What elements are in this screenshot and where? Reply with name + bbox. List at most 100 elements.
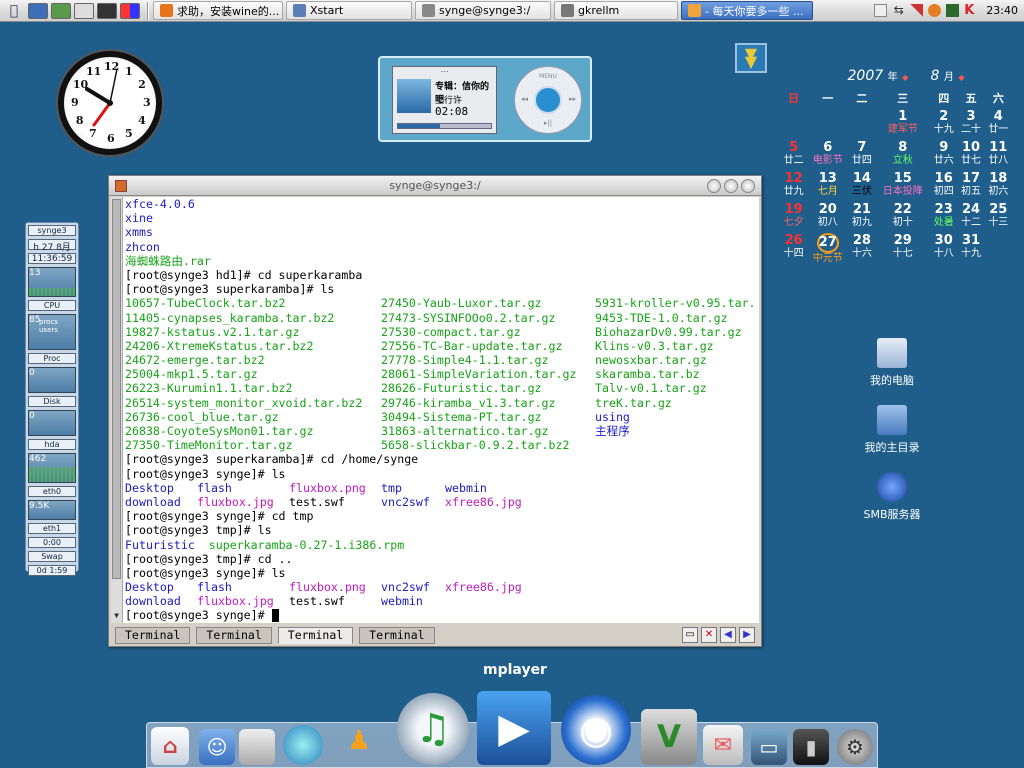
calendar-day[interactable]: 28 十六: [848, 232, 875, 265]
quicktime-icon[interactable]: ◉: [561, 695, 631, 765]
terminal-scrollbar[interactable]: ▲ ▼: [111, 197, 123, 623]
calendar-day[interactable]: 16 初四: [930, 170, 957, 201]
scroll-down-icon[interactable]: ▼: [111, 609, 122, 623]
tray-x-icon[interactable]: [910, 4, 924, 17]
desktop-icon-2[interactable]: 我的主目录: [847, 405, 937, 455]
task-player-button[interactable]: - 每天你要多一些 ...: [681, 1, 813, 20]
maximize-button[interactable]: [724, 179, 738, 193]
itunes-icon[interactable]: ♫: [397, 693, 469, 765]
tray-flame-icon[interactable]: [928, 4, 942, 17]
play-pause-icon[interactable]: ▸||: [515, 119, 581, 127]
terminal-tab-2[interactable]: Terminal: [196, 626, 272, 644]
finder-icon[interactable]: ☺: [199, 729, 235, 765]
calendar-day[interactable]: 7 廿四: [848, 139, 875, 170]
collapse-chevron-icon[interactable]: ▼ ▼: [735, 43, 767, 73]
file-entry: 24672-emerge.tar.bz2: [125, 353, 265, 368]
calendar-day[interactable]: 14 三伏: [848, 170, 875, 201]
calendar-day[interactable]: 13 七月: [807, 170, 848, 201]
calendar-day[interactable]: 9 廿六: [930, 139, 957, 170]
minimize-button[interactable]: [707, 179, 721, 193]
terminal-window-icon[interactable]: [115, 180, 127, 192]
browser-launcher-icon[interactable]: [28, 2, 48, 19]
desktop-icon[interactable]: ▭: [751, 729, 787, 765]
prev-tab-icon[interactable]: ◀: [720, 627, 736, 643]
calendar-day[interactable]: 26 十四: [780, 232, 807, 265]
book-launcher-icon[interactable]: [51, 2, 71, 19]
task-terminal-button[interactable]: synge@synge3:/: [415, 1, 551, 20]
calendar-day[interactable]: 19 七夕: [780, 201, 807, 232]
apple-menu-icon[interactable]: : [0, 2, 28, 20]
calendar-day[interactable]: 11 廿八: [985, 139, 1012, 170]
computer-icon: [877, 338, 907, 368]
scrollbar-thumb[interactable]: [112, 199, 121, 579]
prev-icon[interactable]: ◂◂: [521, 95, 528, 103]
calendar-day[interactable]: 23 处暑: [930, 201, 957, 232]
calendar-day[interactable]: 30 十八: [930, 232, 957, 265]
files-launcher-icon[interactable]: [74, 2, 94, 19]
aim-runner-icon[interactable]: ♟: [335, 717, 383, 765]
calendar-day[interactable]: 29 十七: [876, 232, 931, 265]
calendar-day[interactable]: 24 十二: [957, 201, 984, 232]
apple-settings-icon[interactable]: [239, 729, 275, 765]
clock-center: [107, 100, 113, 106]
calendar-day[interactable]: 6 电影节: [807, 139, 848, 170]
player-center-button[interactable]: [534, 86, 562, 114]
tray-k-icon[interactable]: K: [964, 4, 977, 17]
calendar-day[interactable]: 5 廿二: [780, 139, 807, 170]
calendar-day[interactable]: 27 中元节: [807, 232, 848, 265]
desktop-icon-3[interactable]: SMB服务器: [847, 472, 937, 522]
player-progress[interactable]: [397, 123, 492, 129]
calendar-day[interactable]: 12 廿九: [780, 170, 807, 201]
clapper-icon[interactable]: ▶: [477, 691, 551, 765]
close-button[interactable]: [741, 179, 755, 193]
calendar-day[interactable]: 21 初九: [848, 201, 875, 232]
pager-icon[interactable]: [120, 2, 140, 19]
new-tab-icon[interactable]: ▭: [682, 627, 698, 643]
player-click-wheel[interactable]: MENU ◂◂ ▸▸ ▸||: [514, 66, 582, 134]
next-tab-icon[interactable]: ▶: [739, 627, 755, 643]
gear-icon[interactable]: ⚙: [837, 729, 873, 765]
network-arrows-icon[interactable]: ⇆: [892, 4, 905, 17]
calendar-day[interactable]: 10 廿七: [957, 139, 984, 170]
task-gkrellm-button[interactable]: gkrellm: [554, 1, 678, 20]
desktop-icon-1[interactable]: 我的电脑: [847, 338, 937, 388]
tray-window-icon[interactable]: [874, 4, 888, 17]
task-xstart-button[interactable]: Xstart: [286, 1, 412, 20]
tray-chart-icon[interactable]: [946, 4, 960, 17]
calendar-day[interactable]: 22 初十: [876, 201, 931, 232]
day-lunar-label: 廿一: [988, 124, 1009, 135]
next-icon[interactable]: ▸▸: [569, 95, 576, 103]
calendar-day[interactable]: 4 廿一: [985, 108, 1012, 139]
file-entry: 30494-Sistema-PT.tar.gz: [381, 409, 542, 424]
year-spinner-icon[interactable]: ◆: [902, 73, 908, 82]
month-spinner-icon[interactable]: ◆: [958, 73, 964, 82]
calendar-day[interactable]: 2 十九: [930, 108, 957, 139]
terminal-launcher-icon[interactable]: [97, 2, 117, 19]
calendar-day[interactable]: 1 建军节: [876, 108, 931, 139]
calendar-day[interactable]: 3 二十: [957, 108, 984, 139]
terminal-tab-3[interactable]: Terminal: [277, 626, 354, 644]
calendar-day[interactable]: 31 十九: [957, 232, 984, 265]
calendar-day[interactable]: 25 十三: [985, 201, 1012, 232]
mail-icon[interactable]: ✉: [703, 725, 743, 765]
terminal-icon[interactable]: ▮: [793, 729, 829, 765]
calendar-day[interactable]: 8 立秋: [876, 139, 931, 170]
terminal-prompt-line[interactable]: [root@synge3 synge]#: [125, 608, 759, 623]
close-tab-icon[interactable]: ✕: [701, 627, 717, 643]
terminal-ls-row: download fluxbox.jpg test.swf webmin: [125, 594, 759, 608]
task-forum-button[interactable]: 求助，安装wine的...: [153, 1, 283, 20]
terminal-tab-4[interactable]: Terminal: [359, 626, 435, 644]
terminal-tab-1[interactable]: Terminal: [115, 626, 191, 644]
calendar-day[interactable]: 18 初六: [985, 170, 1012, 201]
calendar-day[interactable]: 20 初八: [807, 201, 848, 232]
terminal-ls-row: 26736-cool_blue.tar.gz 30494-Sistema-PT.t…: [125, 410, 759, 424]
spring-icon[interactable]: [283, 725, 323, 765]
calendar-day[interactable]: 17 初五: [957, 170, 984, 201]
home-icon[interactable]: ⌂: [151, 727, 189, 765]
terminal-output[interactable]: ▲ ▼ xfce-4.0.6xinexmmszhcon海蜘蛛路由.rar[roo…: [111, 197, 759, 623]
terminal-window[interactable]: synge@synge3:/ ▲ ▼ xfce-4.0.6xinexmmszhc…: [108, 175, 762, 647]
calendar-day[interactable]: 15 日本投降: [876, 170, 931, 201]
terminal-titlebar[interactable]: synge@synge3:/: [109, 176, 761, 196]
panel-clock[interactable]: 23:40: [986, 4, 1018, 17]
vim-icon[interactable]: V: [641, 709, 697, 765]
